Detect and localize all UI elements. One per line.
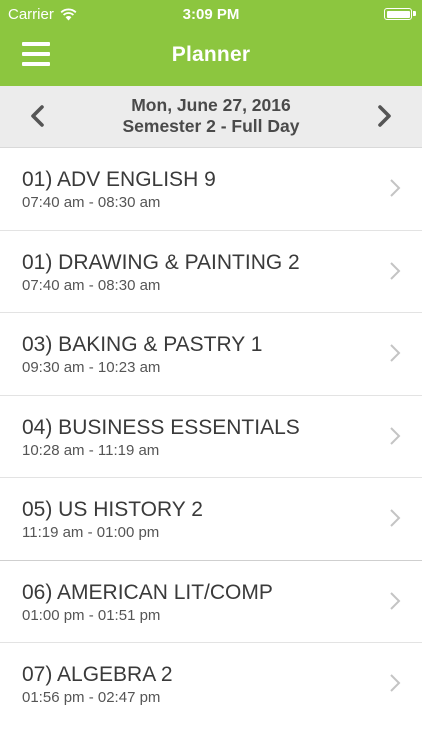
status-time: 3:09 PM bbox=[182, 6, 240, 23]
class-row[interactable]: 01) DRAWING & PAINTING 2 07:40 am - 08:3… bbox=[0, 231, 422, 313]
chevron-right-icon bbox=[390, 509, 401, 527]
date-title: Mon, June 27, 2016 Semester 2 - Full Day bbox=[0, 95, 422, 137]
class-time: 10:28 am - 11:19 am bbox=[22, 441, 160, 459]
class-row[interactable]: 04) BUSINESS ESSENTIALS 10:28 am - 11:19… bbox=[0, 396, 422, 478]
page-title: Planner bbox=[171, 43, 251, 66]
class-time: 07:40 am - 08:30 am bbox=[22, 194, 161, 211]
class-row[interactable]: 05) US HISTORY 2 11:19 am - 01:00 pm bbox=[0, 478, 422, 561]
top-bar: Carrier 3:09 PM Planner bbox=[0, 0, 422, 86]
class-name: 03) BAKING & PASTRY 1 bbox=[22, 333, 263, 356]
class-time: 09:30 am - 10:23 am bbox=[22, 359, 161, 376]
class-name: 04) BUSINESS ESSENTIALS bbox=[22, 415, 300, 439]
chevron-right-icon bbox=[390, 344, 401, 362]
class-time: 01:00 pm - 01:51 pm bbox=[22, 606, 161, 624]
class-name: 01) ADV ENGLISH 9 bbox=[22, 168, 216, 191]
battery-icon bbox=[384, 8, 416, 20]
date-label: Mon, June 27, 2016 bbox=[131, 95, 291, 115]
class-list: 01) ADV ENGLISH 9 07:40 am - 08:30 am 01… bbox=[0, 148, 422, 725]
schedule-label: Semester 2 - Full Day bbox=[122, 116, 300, 136]
chevron-right-icon[interactable] bbox=[370, 102, 398, 130]
planner-screen: Carrier 3:09 PM Planner Mon, June 27, 20… bbox=[0, 0, 422, 750]
date-header: Mon, June 27, 2016 Semester 2 - Full Day bbox=[0, 86, 422, 148]
class-row[interactable]: 06) AMERICAN LIT/COMP 01:00 pm - 01:51 p… bbox=[0, 561, 422, 643]
class-name: 07) ALGEBRA 2 bbox=[22, 663, 173, 686]
class-row[interactable]: 07) ALGEBRA 2 01:56 pm - 02:47 pm bbox=[0, 643, 422, 725]
chevron-right-icon bbox=[390, 261, 401, 280]
class-row[interactable]: 01) ADV ENGLISH 9 07:40 am - 08:30 am bbox=[0, 148, 422, 231]
class-name: 01) DRAWING & PAINTING 2 bbox=[22, 250, 300, 274]
class-name: 05) US HISTORY 2 bbox=[22, 498, 203, 521]
battery-level bbox=[386, 10, 410, 18]
nav-bar: Planner bbox=[0, 28, 422, 86]
chevron-right-icon bbox=[390, 674, 401, 692]
chevron-right-icon bbox=[390, 426, 401, 445]
status-bar: Carrier 3:09 PM bbox=[0, 0, 422, 28]
class-time: 11:19 am - 01:00 pm bbox=[22, 524, 160, 541]
chevron-right-icon bbox=[390, 179, 401, 197]
class-name: 06) AMERICAN LIT/COMP bbox=[22, 580, 273, 604]
class-time: 07:40 am - 08:30 am bbox=[22, 276, 161, 294]
class-row[interactable]: 03) BAKING & PASTRY 1 09:30 am - 10:23 a… bbox=[0, 313, 422, 396]
chevron-right-icon bbox=[390, 591, 401, 610]
class-time: 01:56 pm - 02:47 pm bbox=[22, 689, 161, 706]
